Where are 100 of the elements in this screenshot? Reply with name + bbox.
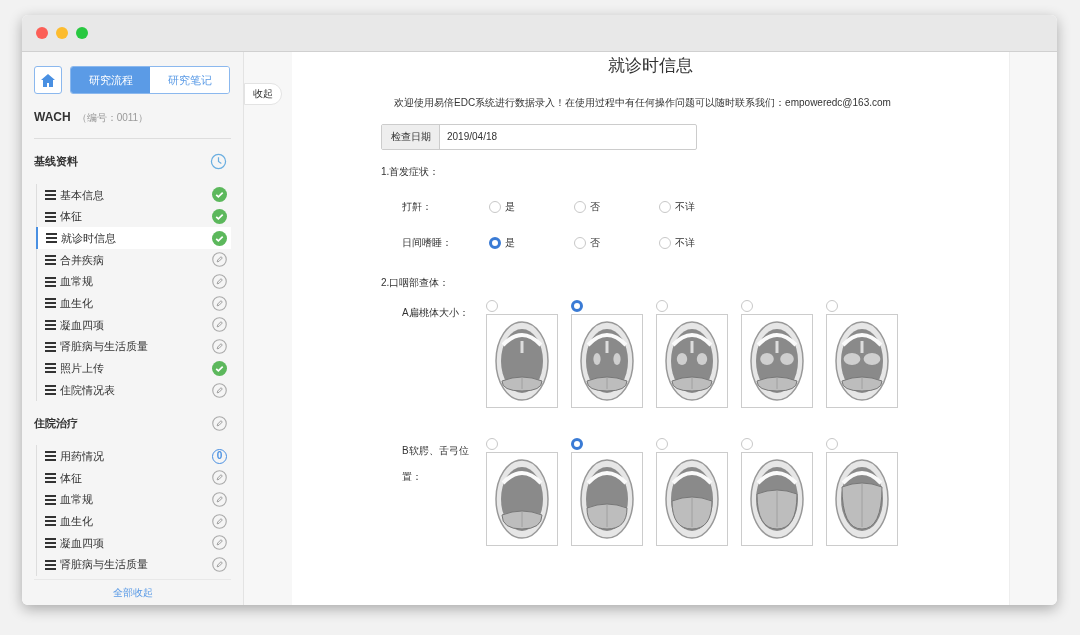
field-label: 检查日期: [382, 124, 440, 149]
radio-button[interactable]: [659, 200, 671, 213]
sidebar-item[interactable]: 血常规: [37, 488, 231, 511]
radio-button[interactable]: [489, 200, 501, 213]
sidebar-item[interactable]: 血常规: [37, 270, 231, 293]
home-icon: [41, 73, 55, 87]
pencil-icon[interactable]: [212, 382, 227, 398]
sidebar-item[interactable]: 用药情况 0: [37, 445, 231, 468]
sidebar-item[interactable]: 体征: [37, 467, 231, 489]
item-label: 体征: [60, 470, 82, 486]
pencil-icon[interactable]: [212, 295, 227, 311]
pencil-icon[interactable]: [212, 252, 227, 268]
clock-icon[interactable]: [210, 153, 227, 170]
field-value: 2019/04/18: [446, 130, 498, 144]
radio-button[interactable]: [486, 299, 498, 312]
list-icon: [45, 276, 56, 287]
radio-button[interactable]: [486, 437, 498, 450]
pencil-icon[interactable]: [212, 274, 227, 290]
item-label: 基本信息: [60, 187, 104, 203]
item-label: 用药情况: [60, 448, 104, 464]
item-label: 照片上传: [60, 361, 104, 377]
page-title: 就诊时信息: [607, 55, 694, 77]
radio-button[interactable]: [826, 437, 838, 450]
radio-button[interactable]: [741, 437, 753, 450]
item-label: 凝血四项: [60, 535, 104, 551]
question-label: B软腭、舌弓位置：: [402, 443, 470, 484]
list-icon: [45, 494, 56, 505]
list-icon: [45, 298, 56, 309]
list-icon: [45, 516, 56, 527]
patient-name: WACH: [34, 109, 71, 126]
radio-button[interactable]: [826, 299, 838, 312]
list-icon: [45, 189, 56, 200]
pencil-icon[interactable]: [212, 317, 227, 333]
pencil-icon[interactable]: [212, 415, 227, 431]
item-label: 凝血四项: [60, 317, 104, 333]
sidebar-item[interactable]: 肾脏病与生活质量: [37, 335, 231, 358]
sidebar-item[interactable]: 肾脏病与生活质量: [37, 553, 231, 576]
radio-button[interactable]: [659, 236, 671, 249]
item-label: 血生化: [60, 296, 93, 312]
section-title: 住院治疗: [34, 415, 78, 431]
item-label: 肾脏病与生活质量: [60, 339, 148, 355]
item-label: 合并疾病: [60, 252, 104, 268]
option-label: 否: [590, 200, 600, 214]
list-icon: [45, 363, 56, 374]
pencil-icon[interactable]: [212, 492, 227, 508]
item-label: 体征: [60, 209, 82, 225]
question-label: 打鼾：: [402, 200, 433, 214]
radio-button[interactable]: [741, 299, 753, 312]
item-label: 住院情况表: [60, 382, 115, 398]
item-label: 血常规: [60, 274, 93, 290]
notice-text: 欢迎使用易倍EDC系统进行数据录入！在使用过程中有任何操作问题可以随时联系我们：empoweredc@163.com: [394, 95, 892, 110]
radio-button[interactable]: [574, 200, 586, 213]
list-icon: [45, 537, 56, 548]
list-icon: [45, 385, 56, 396]
radio-button[interactable]: [656, 299, 668, 312]
sidebar-item[interactable]: 体征: [37, 205, 231, 228]
option-label: 否: [590, 236, 600, 250]
collapse-tab[interactable]: 收起: [244, 82, 282, 105]
sidebar-item[interactable]: 照片上传: [37, 357, 231, 380]
pencil-icon[interactable]: [212, 535, 227, 551]
option-label: 是: [505, 200, 515, 214]
pencil-icon[interactable]: [212, 557, 227, 573]
sidebar-item[interactable]: 血生化: [37, 510, 231, 533]
item-label: 肾脏病与生活质量: [60, 557, 148, 573]
item-label: 血生化: [60, 514, 93, 530]
list-icon: [45, 341, 56, 352]
radio-button[interactable]: [571, 299, 583, 312]
list-icon: [46, 233, 57, 244]
sidebar-item[interactable]: 血生化: [37, 292, 231, 315]
sidebar-item[interactable]: 凝血四项: [37, 314, 231, 336]
patient-id: （编号：0011）: [76, 111, 149, 125]
pencil-icon[interactable]: [212, 339, 227, 355]
question-title: 2.口咽部查体：: [381, 275, 451, 290]
sidebar-item[interactable]: 凝血四项: [37, 532, 231, 554]
list-icon: [45, 254, 56, 265]
question-label: 日间嗜睡：: [402, 236, 453, 250]
option-label: 是: [505, 236, 515, 250]
radio-button[interactable]: [571, 437, 583, 450]
question-label: A扁桃体大小：: [402, 305, 470, 320]
list-icon: [45, 211, 56, 222]
pencil-icon[interactable]: [212, 513, 227, 529]
list-icon: [45, 451, 56, 462]
list-icon: [45, 472, 56, 483]
radio-button[interactable]: [574, 236, 586, 249]
sidebar-item[interactable]: 就诊时信息: [36, 227, 231, 250]
radio-button[interactable]: [489, 236, 501, 249]
radio-button[interactable]: [656, 437, 668, 450]
option-label: 不详: [675, 236, 695, 250]
pencil-icon[interactable]: [212, 470, 227, 486]
sidebar-item[interactable]: 基本信息: [37, 184, 231, 206]
list-icon: [45, 319, 56, 330]
item-label: 就诊时信息: [61, 230, 116, 246]
sidebar-item[interactable]: 住院情况表: [37, 379, 231, 401]
question-title: 1.首发症状：: [381, 164, 441, 179]
sidebar-item[interactable]: 合并疾病: [37, 249, 231, 271]
date-field[interactable]: 检查日期 2019/04/18: [381, 123, 697, 150]
list-icon: [45, 559, 56, 570]
section-title: 基线资料: [34, 154, 78, 170]
item-label: 血常规: [60, 492, 93, 508]
home-button[interactable]: [34, 66, 62, 94]
